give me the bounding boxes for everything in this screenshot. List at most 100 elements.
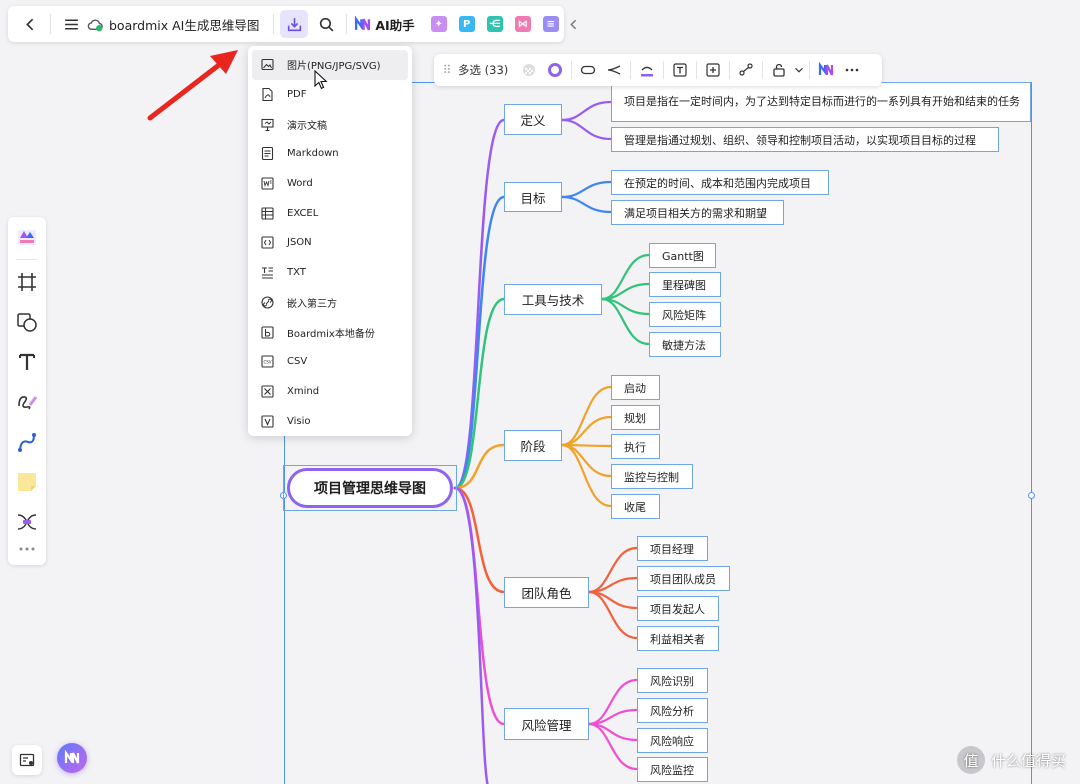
leaf-node[interactable]: Gantt图: [649, 243, 716, 268]
export-option-label: 嵌入第三方: [287, 298, 337, 310]
image-gen-icon[interactable]: ✦: [430, 16, 447, 32]
divider: [346, 14, 348, 34]
leaf-node[interactable]: 项目发起人: [637, 596, 719, 621]
leaf-node[interactable]: 监控与控制: [611, 464, 693, 489]
ai-assistant-button[interactable]: AI助手: [375, 15, 414, 34]
export-option-label: Word: [287, 178, 313, 190]
export-option-label: Boardmix本地备份: [287, 328, 375, 340]
leaf-node[interactable]: 风险识别: [637, 668, 708, 693]
mindmap-icon: [17, 514, 37, 530]
ai-floating-button[interactable]: [57, 743, 87, 773]
shape-tool[interactable]: [15, 310, 39, 334]
leaf-node[interactable]: 项目是指在一定时间内，为了达到特定目标而进行的一系列具有开始和结束的任务: [611, 82, 1031, 122]
leaf-node[interactable]: 风险监控: [637, 757, 708, 782]
leaf-node[interactable]: 风险分析: [637, 698, 708, 723]
export-button[interactable]: [280, 10, 309, 38]
divider: [762, 61, 764, 79]
ai-mini-apps: ✦ P ⋲ ⋈ ≡: [425, 16, 565, 32]
export-option-word[interactable]: Word: [252, 169, 408, 199]
export-option-backup[interactable]: Boardmix本地备份: [252, 317, 408, 347]
leaf-node[interactable]: 在预定的时间、成本和范围内完成项目: [611, 170, 829, 195]
connector-style-button[interactable]: [601, 57, 627, 83]
more-options-button[interactable]: [839, 57, 865, 83]
ai-action-button[interactable]: [813, 57, 839, 83]
export-option-csv[interactable]: CSV CSV: [252, 347, 408, 377]
export-option-json[interactable]: JSON: [252, 228, 408, 258]
flow-app-icon[interactable]: ⋈: [514, 16, 531, 32]
shape-style-button[interactable]: [575, 57, 601, 83]
export-option-embed[interactable]: 嵌入第三方: [252, 288, 408, 318]
lock-button[interactable]: [766, 57, 792, 83]
export-option-visio[interactable]: Visio: [252, 406, 408, 436]
branch-node-definition[interactable]: 定义: [504, 104, 562, 135]
divider: [273, 14, 275, 34]
pen-squiggle-icon: [18, 396, 38, 410]
leaf-node[interactable]: 敏捷方法: [649, 332, 721, 357]
presentation-p-icon[interactable]: P: [458, 16, 475, 32]
sticky-note-tool[interactable]: [15, 470, 39, 494]
layout-button[interactable]: [733, 57, 759, 83]
more-tools-button[interactable]: [15, 541, 39, 557]
lock-options-button[interactable]: [792, 57, 806, 83]
line-color-button[interactable]: [634, 57, 660, 83]
markdown-icon: [261, 147, 274, 161]
divider: [809, 61, 811, 79]
leaf-node[interactable]: 项目团队成员: [637, 566, 730, 591]
xmind-icon: [261, 385, 274, 398]
divider: [16, 259, 38, 260]
export-option-markdown[interactable]: Markdown: [252, 139, 408, 169]
leaf-node[interactable]: 管理是指通过规划、组织、领导和控制项目活动，以实现项目目标的过程: [611, 127, 999, 152]
export-option-txt[interactable]: TXT: [252, 258, 408, 288]
leaf-node[interactable]: 风险矩阵: [649, 302, 721, 327]
leaf-node[interactable]: 启动: [611, 375, 660, 400]
chat-app-icon[interactable]: ≡: [542, 16, 559, 32]
export-option-xmind[interactable]: Xmind: [252, 377, 408, 407]
add-node-button[interactable]: [700, 57, 726, 83]
fill-color-button[interactable]: [516, 57, 542, 83]
text-style-button[interactable]: [667, 57, 693, 83]
leaf-node[interactable]: 规划: [611, 405, 660, 430]
drag-handle-icon[interactable]: ⠿: [440, 63, 454, 77]
ring-color-icon: [548, 63, 563, 77]
document-title[interactable]: boardmix AI生成思维导图: [109, 15, 259, 34]
back-button[interactable]: [16, 10, 44, 38]
mindmap-root-node[interactable]: 项目管理思维导图: [287, 468, 453, 508]
frame-tool[interactable]: [15, 270, 39, 294]
leaf-node[interactable]: 利益相关者: [637, 626, 719, 651]
branch-node-goal[interactable]: 目标: [504, 182, 562, 212]
collapse-toolbar-button[interactable]: [565, 10, 583, 38]
leaf-node[interactable]: 项目经理: [637, 536, 708, 561]
export-option-image[interactable]: 图片(PNG/JPG/SVG): [252, 50, 408, 80]
leaf-node[interactable]: 里程碑图: [649, 272, 721, 297]
branch-node-risk[interactable]: 风险管理: [504, 708, 589, 740]
mindmap-tool[interactable]: [15, 510, 39, 534]
selection-handle-right[interactable]: [1028, 492, 1035, 499]
selection-count: 多选 (33): [458, 63, 509, 77]
leaf-node[interactable]: 执行: [611, 434, 660, 459]
more-horizontal-icon: [845, 68, 859, 72]
branch-node-roles[interactable]: 团队角色: [504, 577, 589, 608]
main-menu-button[interactable]: [57, 10, 85, 38]
templates-tool[interactable]: [15, 225, 39, 249]
connector-tool[interactable]: [15, 430, 39, 454]
mindmap-app-icon[interactable]: ⋲: [486, 16, 503, 32]
transparent-fill-icon: [523, 64, 536, 76]
chevron-left-icon: [25, 18, 33, 30]
leaf-node[interactable]: 收尾: [611, 494, 660, 519]
export-option-label: EXCEL: [287, 207, 319, 219]
export-option-presentation[interactable]: 演示文稿: [252, 109, 408, 139]
pen-tool[interactable]: [15, 390, 39, 414]
branch-node-tools[interactable]: 工具与技术: [504, 284, 602, 315]
divider: [663, 61, 665, 79]
ai-assistant-logo[interactable]: [353, 10, 371, 38]
export-option-pdf[interactable]: PDF: [252, 80, 408, 110]
search-button[interactable]: [312, 10, 340, 38]
border-color-button[interactable]: [542, 57, 568, 83]
export-option-excel[interactable]: EXCEL: [252, 198, 408, 228]
leaf-node[interactable]: 风险响应: [637, 728, 708, 753]
text-tool[interactable]: [15, 350, 39, 374]
leaf-node[interactable]: 满足项目相关方的需求和期望: [611, 200, 784, 225]
tool-palette: [8, 217, 46, 565]
branch-node-phases[interactable]: 阶段: [504, 430, 562, 461]
minimap-button[interactable]: [12, 745, 42, 775]
